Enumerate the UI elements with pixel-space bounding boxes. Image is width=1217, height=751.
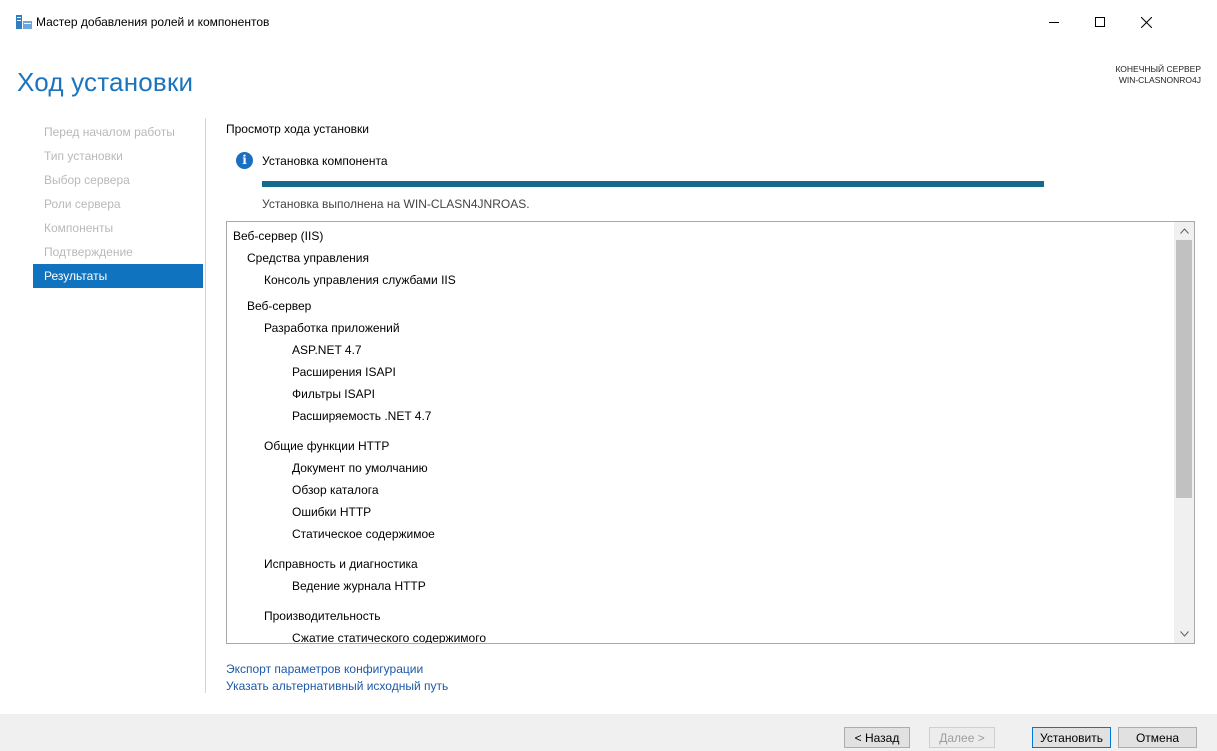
- server-manager-icon: [16, 15, 32, 29]
- tree-item: Расширения ISAPI: [292, 365, 396, 379]
- tree-item: Документ по умолчанию: [292, 461, 428, 475]
- tree-item: Сжатие статического содержимого: [292, 631, 486, 644]
- section-title: Просмотр хода установки: [226, 122, 369, 136]
- destination-server-label: КОНЕЧНЫЙ СЕРВЕР: [1115, 64, 1201, 74]
- nav-item-features[interactable]: Компоненты: [33, 216, 203, 240]
- tree-item: Обзор каталога: [292, 483, 379, 497]
- nav-item-server-selection[interactable]: Выбор сервера: [33, 168, 203, 192]
- tree-item: Средства управления: [247, 251, 369, 265]
- progress-message: Установка выполнена на WIN-CLASN4JNROAS.: [262, 197, 530, 211]
- nav-item-confirmation[interactable]: Подтверждение: [33, 240, 203, 264]
- maximize-icon: [1095, 17, 1105, 27]
- alternate-source-link[interactable]: Указать альтернативный исходный путь: [226, 679, 448, 693]
- minimize-icon: [1049, 22, 1059, 23]
- export-config-link[interactable]: Экспорт параметров конфигурации: [226, 662, 423, 676]
- install-button[interactable]: Установить: [1032, 727, 1111, 748]
- scroll-up-button[interactable]: [1174, 222, 1194, 240]
- tree-item: Консоль управления службами IIS: [264, 273, 456, 287]
- tree-item: Ведение журнала HTTP: [292, 579, 426, 593]
- progress-fill: [262, 181, 1044, 187]
- tree-item: ASP.NET 4.7: [292, 343, 362, 357]
- tree-item: Ошибки HTTP: [292, 505, 372, 519]
- tree-item: Статическое содержимое: [292, 527, 435, 541]
- maximize-button[interactable]: [1077, 8, 1123, 36]
- page-title: Ход установки: [17, 67, 194, 97]
- status-label: Установка компонента: [262, 154, 388, 168]
- nav-item-before-you-begin[interactable]: Перед началом работы: [33, 120, 203, 144]
- chevron-down-icon: [1179, 631, 1189, 637]
- nav-item-server-roles[interactable]: Роли сервера: [33, 192, 203, 216]
- minimize-button[interactable]: [1031, 8, 1077, 36]
- title-bar: Мастер добавления ролей и компонентов: [0, 0, 1217, 44]
- results-tree[interactable]: Веб-сервер (IIS) Средства управления Консо…: [226, 221, 1195, 644]
- close-button[interactable]: [1123, 8, 1169, 36]
- wizard-nav: Перед началом работы Тип установки Выбор…: [33, 120, 203, 288]
- nav-divider: [205, 118, 206, 693]
- info-icon: i: [236, 152, 253, 169]
- next-button[interactable]: Далее >: [929, 727, 995, 748]
- scroll-down-button[interactable]: [1174, 625, 1194, 643]
- tree-item: Веб-сервер (IIS): [233, 229, 324, 243]
- tree-item: Исправность и диагностика: [264, 557, 418, 571]
- destination-server-name: WIN-CLASNONRO4J: [1118, 75, 1201, 85]
- back-button[interactable]: < Назад: [844, 727, 910, 748]
- destination-server: КОНЕЧНЫЙ СЕРВЕР WIN-CLASNONRO4J: [1115, 64, 1201, 86]
- vertical-scrollbar[interactable]: [1174, 222, 1194, 643]
- tree-item: Разработка приложений: [264, 321, 400, 335]
- close-icon: [1140, 16, 1152, 28]
- window-title: Мастер добавления ролей и компонентов: [36, 15, 270, 29]
- nav-item-installation-type[interactable]: Тип установки: [33, 144, 203, 168]
- tree-item: Общие функции HTTP: [264, 439, 390, 453]
- tree-item: Расширяемость .NET 4.7: [292, 409, 432, 423]
- tree-item: Производительность: [264, 609, 381, 623]
- chevron-up-icon: [1179, 228, 1189, 234]
- cancel-button[interactable]: Отмена: [1118, 727, 1197, 748]
- tree-item: Веб-сервер: [247, 299, 312, 313]
- tree-item: Фильтры ISAPI: [292, 387, 375, 401]
- progress-bar: [262, 181, 1044, 187]
- nav-item-results[interactable]: Результаты: [33, 264, 203, 288]
- scroll-thumb[interactable]: [1176, 240, 1192, 498]
- results-list: Веб-сервер (IIS) Средства управления Консо…: [233, 229, 486, 644]
